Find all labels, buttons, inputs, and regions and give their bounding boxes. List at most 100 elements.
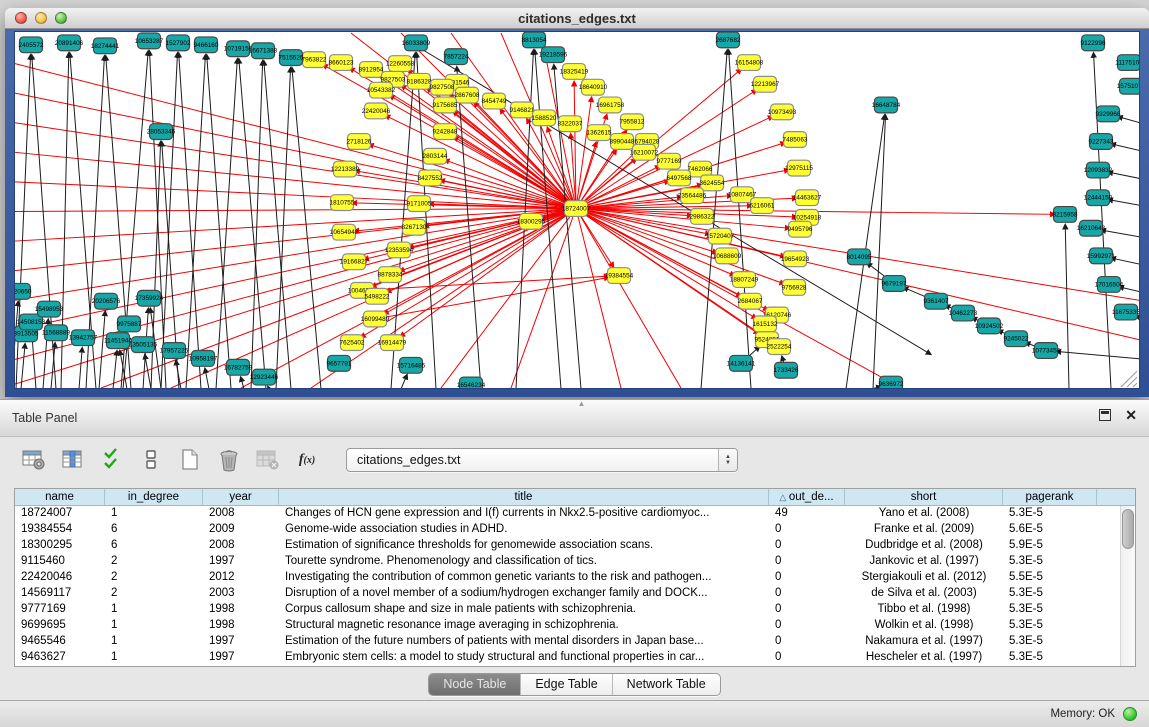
cell-pagerank[interactable]: 5.3E-5 [1003, 650, 1097, 666]
network-node[interactable]: 1733426 [774, 362, 799, 378]
cell-short[interactable]: Stergiakouli et al. (2012) [845, 570, 1003, 586]
cell-title[interactable]: Estimation of significance thresholds fo… [279, 538, 769, 554]
network-node[interactable]: 14463627 [793, 190, 822, 206]
network-node[interactable]: 7955812 [620, 114, 645, 130]
network-node[interactable]: 3624554 [700, 175, 725, 191]
cell-name[interactable]: 18300295 [15, 538, 105, 554]
network-node[interactable]: 17957225 [160, 343, 189, 359]
table-row[interactable]: 946554611997Estimation of the future num… [15, 634, 1135, 650]
cell-in_degree[interactable]: 6 [105, 522, 203, 538]
network-node[interactable]: 16546234 [457, 377, 486, 388]
network-node[interactable]: 2986322 [690, 209, 715, 225]
cell-year[interactable]: 1998 [203, 618, 279, 634]
float-panel-icon[interactable] [1099, 409, 1111, 421]
cell-title[interactable]: Investigating the contribution of common… [279, 570, 769, 586]
cell-name[interactable]: 18724007 [15, 506, 105, 522]
cell-year[interactable]: 2008 [203, 506, 279, 522]
window-titlebar[interactable]: citations_edges.txt [5, 8, 1149, 29]
cell-title[interactable]: Estimation of the future numbers of pati… [279, 634, 769, 650]
cell-year[interactable]: 2012 [203, 570, 279, 586]
cell-in_degree[interactable]: 6 [105, 538, 203, 554]
network-node[interactable]: 9495796 [788, 221, 813, 237]
table-row[interactable]: 946362711997Embryonic stem cells: a mode… [15, 650, 1135, 666]
network-node[interactable]: 11175107 [1115, 55, 1139, 71]
column-header-title[interactable]: title [279, 489, 769, 506]
network-node[interactable]: 1615132 [753, 316, 778, 332]
network-node[interactable]: 15716485 [397, 357, 426, 373]
network-node[interactable]: 9242848 [433, 124, 458, 140]
cell-short[interactable]: Franke et al. (2009) [845, 522, 1003, 538]
network-node[interactable]: 7515526 [279, 50, 304, 66]
network-node[interactable]: 28053346 [147, 124, 176, 140]
table-row[interactable]: 1872400712008Changes of HCN gene express… [15, 506, 1135, 522]
network-node[interactable]: 1527902 [166, 35, 191, 51]
tab-node-table[interactable]: Node Table [429, 674, 520, 695]
cell-in_degree[interactable]: 1 [105, 634, 203, 650]
table-row[interactable]: 977716911998Corpus callosum shape and si… [15, 602, 1135, 618]
cell-in_degree[interactable]: 2 [105, 586, 203, 602]
network-graph[interactable]: 1872400718300295193845548660123891295412… [15, 32, 1139, 388]
cell-out_degree[interactable]: 0 [769, 602, 845, 618]
network-node[interactable]: 8186328 [407, 73, 432, 89]
network-node[interactable]: 15992971 [1087, 248, 1116, 264]
cell-title[interactable]: Structural magnetic resonance image aver… [279, 618, 769, 634]
network-node[interactable]: 16961758 [596, 97, 625, 113]
network-node[interactable]: 16671388 [249, 43, 278, 59]
scrollbar-thumb[interactable] [1122, 509, 1134, 549]
cell-title[interactable]: Corpus callosum shape and size in male p… [279, 602, 769, 618]
network-node[interactable]: 10653287 [135, 33, 164, 49]
cell-year[interactable]: 1998 [203, 602, 279, 618]
network-node[interactable]: 16033809 [402, 35, 431, 51]
network-node[interactable]: 16210643 [1077, 220, 1106, 236]
network-node[interactable]: 15498953 [35, 301, 64, 317]
cell-pagerank[interactable]: 5.5E-5 [1003, 570, 1097, 586]
network-node[interactable]: 9657791 [327, 355, 352, 371]
network-node[interactable]: 9636972 [879, 376, 904, 388]
cell-out_degree[interactable]: 0 [769, 570, 845, 586]
cell-title[interactable]: Genome-wide association studies in ADHD. [279, 522, 769, 538]
cell-pagerank[interactable]: 5.3E-5 [1003, 618, 1097, 634]
cell-name[interactable]: 22420046 [15, 570, 105, 586]
cell-year[interactable]: 1997 [203, 634, 279, 650]
cell-pagerank[interactable]: 5.3E-5 [1003, 506, 1097, 522]
network-node[interactable]: 8912954 [359, 62, 384, 78]
table-row[interactable]: 969969511998Structural magnetic resonanc… [15, 618, 1135, 634]
cell-in_degree[interactable]: 1 [105, 650, 203, 666]
network-node[interactable]: 9777169 [657, 153, 682, 169]
network-node[interactable]: 9329966 [1096, 106, 1121, 122]
tab-edge-table[interactable]: Edge Table [520, 674, 611, 695]
network-node[interactable]: 7857224 [444, 49, 469, 65]
network-node[interactable]: 9122996 [1081, 35, 1106, 51]
network-node[interactable]: 2718126 [347, 134, 372, 150]
network-node[interactable]: 2620650 [15, 283, 32, 299]
network-node[interactable]: 2684067 [738, 293, 763, 309]
network-node[interactable]: 19654923 [781, 251, 810, 267]
cell-short[interactable]: Dudbridge et al. (2008) [845, 538, 1003, 554]
cell-year[interactable]: 1997 [203, 650, 279, 666]
table-row[interactable]: 1456911722003Disruption of a novel membe… [15, 586, 1135, 602]
network-node[interactable]: 18300295 [517, 213, 546, 229]
network-node[interactable]: 9361407 [924, 293, 949, 309]
cell-short[interactable]: Jankovic et al. (1997) [845, 554, 1003, 570]
network-node[interactable]: 14136141 [727, 355, 756, 371]
column-header-pagerank[interactable]: pagerank [1003, 489, 1097, 506]
network-node[interactable]: 8427552 [418, 170, 443, 186]
cell-out_degree[interactable]: 49 [769, 506, 845, 522]
cell-pagerank[interactable]: 5.3E-5 [1003, 554, 1097, 570]
network-node[interactable]: 16782759 [224, 359, 253, 375]
network-node[interactable]: 20206576 [92, 293, 121, 309]
cell-year[interactable]: 2003 [203, 586, 279, 602]
network-node[interactable]: 18724007 [562, 201, 591, 217]
network-node[interactable]: 18325419 [560, 64, 589, 80]
network-node[interactable]: 18807249 [730, 272, 759, 288]
network-node[interactable]: 16154808 [735, 55, 764, 71]
delete-table-button[interactable] [254, 447, 282, 473]
network-node[interactable]: 10973493 [768, 104, 797, 120]
cell-title[interactable]: Embryonic stem cells: a model to study s… [279, 650, 769, 666]
cell-pagerank[interactable]: 5.3E-5 [1003, 586, 1097, 602]
table-settings-button[interactable] [20, 447, 48, 473]
network-node[interactable]: 15720407 [706, 228, 735, 244]
select-columns-button[interactable] [59, 447, 87, 473]
network-node[interactable]: 8454749 [482, 93, 507, 109]
network-table-select[interactable]: citations_edges.txt ▲▼ [346, 448, 738, 472]
